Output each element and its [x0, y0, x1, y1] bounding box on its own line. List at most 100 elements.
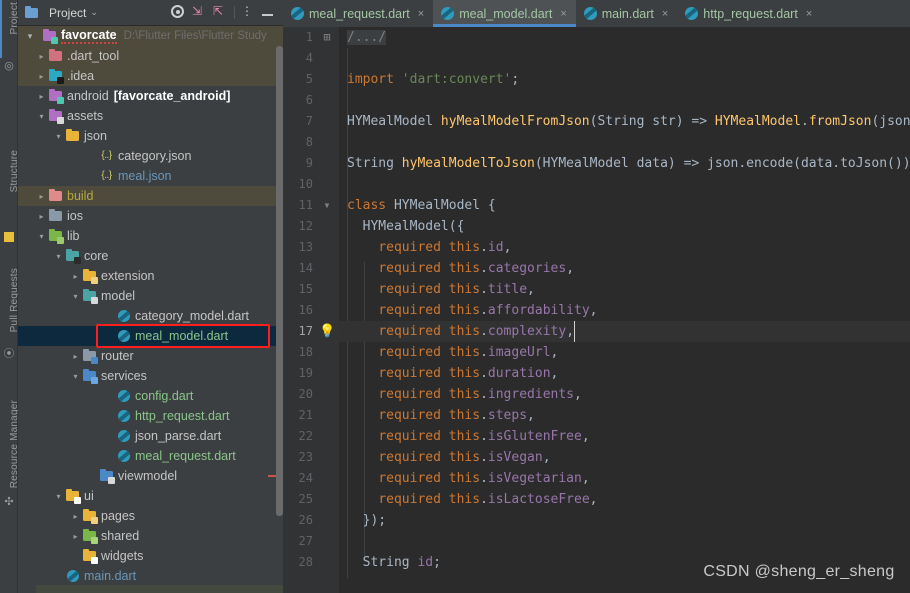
bookmark-icon[interactable]: ◎ [3, 60, 15, 72]
editor-tab-bar: meal_request.dart × meal_model.dart × main.d… [283, 0, 910, 27]
chevron-right-icon[interactable]: ▸ [35, 92, 48, 101]
editor-gutter[interactable]: 1 ⊞ 4 5 6 7 8 9 10 11 ▾ 12 13 14 15 16 17 💡 18 19 20 21 22 23 24… [283, 27, 339, 593]
ant-icon[interactable]: ✣ [3, 496, 15, 508]
code-line[interactable]: required this.title, [339, 279, 910, 300]
expand-fold-icon[interactable]: ⊞ [319, 27, 335, 48]
chevron-right-icon[interactable]: ▸ [35, 212, 48, 221]
tree-item-meal-model-dart[interactable]: meal_model.dart [18, 326, 283, 346]
chevron-down-icon[interactable]: ▾ [52, 492, 65, 501]
chevron-down-icon[interactable]: ▾ [35, 112, 48, 121]
tree-item-model[interactable]: ▾ model [18, 286, 283, 306]
chevron-down-icon[interactable]: ⌄ [90, 7, 98, 18]
tree-item-config-dart[interactable]: config.dart [18, 386, 283, 406]
tree-item-category-json[interactable]: {..} category.json [18, 146, 283, 166]
tree-item-ui[interactable]: ▾ ui [18, 486, 283, 506]
code-line[interactable]: required this.imageUrl, [339, 342, 910, 363]
chevron-down-icon[interactable]: ▾ [69, 292, 82, 301]
close-icon[interactable]: × [560, 8, 566, 20]
tree-item-lib[interactable]: ▾ lib [18, 226, 283, 246]
more-options-icon[interactable]: ⋮ [241, 5, 256, 20]
tree-item-build[interactable]: ▸ build [18, 186, 283, 206]
tree-item-core[interactable]: ▾ core [18, 246, 283, 266]
tree-item-android[interactable]: ▸ android [favorcate_android] [18, 86, 283, 106]
code-line[interactable]: required this.ingredients, [339, 384, 910, 405]
code-line[interactable]: HYMealModel({ [339, 216, 910, 237]
intention-bulb-icon[interactable]: 💡 [319, 321, 335, 342]
code-line[interactable]: }); [339, 510, 910, 531]
close-icon[interactable]: × [418, 8, 424, 20]
tree-item-meal-request-dart[interactable]: meal_request.dart [18, 446, 283, 466]
code-token: , [542, 450, 551, 465]
code-line[interactable]: required this.duration, [339, 363, 910, 384]
chevron-right-icon[interactable]: ▸ [35, 192, 48, 201]
code-line[interactable]: String hyMealModelToJson(HYMealModel dat… [339, 153, 910, 174]
tree-row-root[interactable]: ▾ favorcate D:\Flutter Files\Flutter Stu… [18, 26, 283, 46]
tree-item-widgets[interactable]: widgets [18, 546, 283, 566]
chevron-down-icon[interactable]: ▾ [35, 232, 48, 241]
code-line[interactable] [339, 48, 910, 69]
tree-item-viewmodel[interactable]: viewmodel [18, 466, 283, 486]
code-line[interactable]: required this.isLactoseFree, [339, 489, 910, 510]
chevron-right-icon[interactable]: ▸ [69, 272, 82, 281]
collapse-all-icon[interactable]: ⇱ [213, 5, 228, 20]
code-line[interactable]: required this.categories, [339, 258, 910, 279]
code-line[interactable]: class HYMealModel { [339, 195, 910, 216]
chevron-down-icon[interactable]: ▾ [69, 372, 82, 381]
tree-item-services[interactable]: ▾ services [18, 366, 283, 386]
code-line[interactable]: required this.isVegetarian, [339, 468, 910, 489]
code-line[interactable]: /.../ [339, 27, 910, 48]
chevron-down-icon[interactable]: ▾ [52, 132, 65, 141]
chevron-right-icon[interactable]: ▸ [69, 512, 82, 521]
tree-item-extension[interactable]: ▸ extension [18, 266, 283, 286]
locate-target-icon[interactable] [171, 5, 186, 20]
code-line[interactable]: required this.steps, [339, 405, 910, 426]
code-content[interactable]: /.../ import 'dart:convert'; HYMealModel h… [339, 27, 910, 593]
editor-tab-http-request-dart[interactable]: http_request.dart × [677, 0, 821, 27]
chevron-down-icon[interactable]: ▾ [52, 252, 65, 261]
hide-panel-icon[interactable] [262, 5, 277, 20]
code-line[interactable] [339, 531, 910, 552]
tree-item-shared[interactable]: ▸ shared [18, 526, 283, 546]
close-icon[interactable]: × [806, 8, 812, 20]
tree-scrollbar-thumb[interactable] [276, 46, 283, 516]
code-line[interactable]: required this.complexity, [339, 321, 910, 342]
code-line[interactable]: required this.affordability, [339, 300, 910, 321]
code-line[interactable]: required this.id, [339, 237, 910, 258]
code-line[interactable] [339, 132, 910, 153]
editor-tab-meal-model-dart[interactable]: meal_model.dart × [433, 0, 576, 27]
favorites-icon[interactable] [4, 232, 14, 242]
tree-item-ios[interactable]: ▸ ios [18, 206, 283, 226]
chevron-down-icon[interactable]: ▾ [18, 31, 42, 42]
tree-item--dart-tool[interactable]: ▸ .dart_tool [18, 46, 283, 66]
expand-all-icon[interactable]: ⇲ [192, 5, 207, 20]
git-icon[interactable]: ⦿ [3, 348, 15, 360]
close-icon[interactable]: × [662, 8, 668, 20]
tree-item-json-parse-dart[interactable]: json_parse.dart [18, 426, 283, 446]
tree-item-category-model-dart[interactable]: category_model.dart [18, 306, 283, 326]
project-tree[interactable]: ▾ favorcate D:\Flutter Files\Flutter Stu… [18, 26, 283, 593]
tree-item-http-request-dart[interactable]: http_request.dart [18, 406, 283, 426]
chevron-right-icon[interactable]: ▸ [35, 52, 48, 61]
code-line[interactable]: required this.isVegan, [339, 447, 910, 468]
code-token: this [448, 240, 481, 255]
editor-tab-meal-request-dart[interactable]: meal_request.dart × [283, 0, 433, 27]
tree-item-meal-json[interactable]: {..} meal.json [18, 166, 283, 186]
chevron-right-icon[interactable]: ▸ [69, 532, 82, 541]
editor-tab-main-dart[interactable]: main.dart × [576, 0, 678, 27]
tree-item-json[interactable]: ▾ json [18, 126, 283, 146]
collapse-fold-icon[interactable]: ▾ [319, 195, 335, 216]
code-line[interactable]: HYMealModel hyMealModelFromJson(String s… [339, 111, 910, 132]
tree-item-assets[interactable]: ▾ assets [18, 106, 283, 126]
code-line[interactable] [339, 90, 910, 111]
tree-item-pages[interactable]: ▸ pages [18, 506, 283, 526]
code-line[interactable]: required this.isGlutenFree, [339, 426, 910, 447]
code-line[interactable] [339, 174, 910, 195]
chevron-right-icon[interactable]: ▸ [35, 72, 48, 81]
code-line[interactable]: import 'dart:convert'; [339, 69, 910, 90]
tree-scrollbar[interactable] [268, 26, 283, 593]
chevron-right-icon[interactable]: ▸ [69, 352, 82, 361]
tree-item-router[interactable]: ▸ router [18, 346, 283, 366]
tree-item--idea[interactable]: ▸ .idea [18, 66, 283, 86]
code-area[interactable]: 1 ⊞ 4 5 6 7 8 9 10 11 ▾ 12 13 14 15 16 17 💡 18 19 20 21 22 23 24… [283, 27, 910, 593]
tree-item-main-dart[interactable]: main.dart [18, 566, 283, 586]
